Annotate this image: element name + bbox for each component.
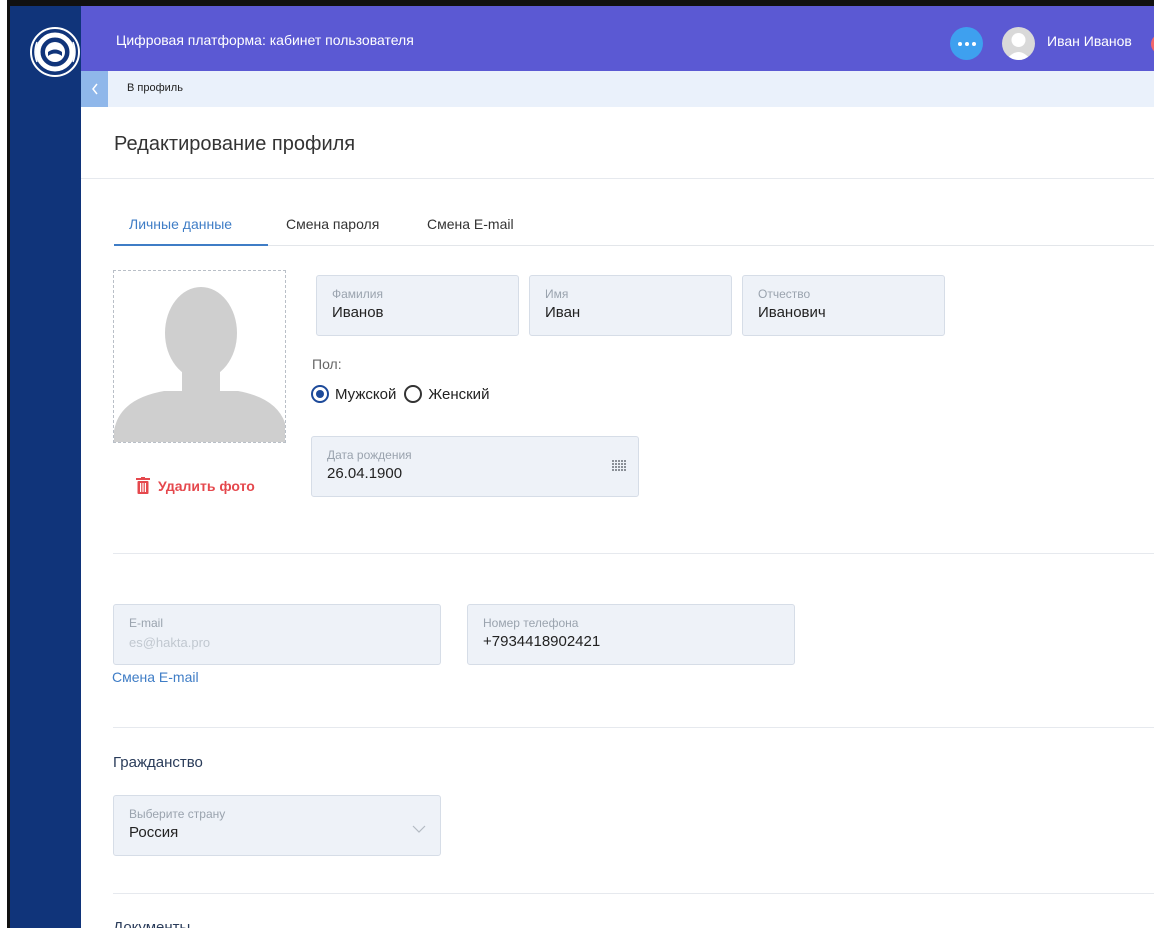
- email-value: es@hakta.pro: [129, 635, 211, 650]
- tab-personal-data[interactable]: Личные данные: [129, 216, 232, 232]
- country-select-label: Выберите страну: [129, 807, 226, 821]
- user-avatar[interactable]: [1002, 27, 1035, 60]
- back-button[interactable]: [81, 71, 108, 107]
- patronymic-value: Иванович: [758, 304, 826, 321]
- first-name-label: Имя: [545, 287, 569, 301]
- active-tab-indicator: [114, 244, 268, 246]
- last-name-label: Фамилия: [332, 287, 383, 301]
- app-title: Цифровая платформа: кабинет пользователя: [116, 32, 414, 48]
- gender-male-label[interactable]: Мужской: [335, 386, 396, 403]
- calendar-icon[interactable]: [612, 459, 626, 477]
- country-select[interactable]: Выберите страну Россия: [113, 795, 441, 856]
- avatar-placeholder-icon: [114, 271, 285, 442]
- top-bar: Цифровая платформа: кабинет пользователя…: [81, 6, 1154, 71]
- gender-label: Пол:: [312, 356, 342, 372]
- gender-female-label[interactable]: Женский: [428, 386, 489, 403]
- email-field: E-mail es@hakta.pro: [113, 604, 441, 665]
- patronymic-field[interactable]: Отчество Иванович: [742, 275, 945, 336]
- chevron-left-icon: [91, 83, 98, 95]
- last-name-value: Иванов: [332, 304, 384, 321]
- page-title: Редактирование профиля: [114, 133, 356, 155]
- birth-date-label: Дата рождения: [327, 448, 412, 462]
- divider: [113, 893, 1154, 894]
- birth-date-value: 26.04.1900: [327, 465, 403, 482]
- profile-photo[interactable]: [113, 270, 286, 443]
- divider: [113, 727, 1154, 728]
- logo-icon[interactable]: [29, 26, 81, 78]
- dot-icon: [971, 41, 976, 46]
- window-frame-left: [0, 0, 10, 928]
- phone-value: +7934418902421: [483, 633, 601, 650]
- birth-date-field[interactable]: Дата рождения 26.04.1900: [311, 436, 639, 497]
- chevron-down-icon[interactable]: [412, 820, 426, 838]
- tab-change-password[interactable]: Смена пароля: [286, 216, 379, 232]
- gender-male-radio[interactable]: [311, 385, 329, 403]
- patronymic-label: Отчество: [758, 287, 811, 301]
- dot-icon: [964, 41, 969, 46]
- phone-label: Номер телефона: [483, 616, 579, 630]
- sidebar: [10, 6, 81, 928]
- email-label: E-mail: [129, 616, 164, 630]
- profile-tabs: Личные данные Смена пароля Смена E-mail: [114, 206, 1154, 246]
- trash-icon: [136, 477, 150, 494]
- user-name[interactable]: Иван Иванов: [1047, 33, 1132, 49]
- divider: [113, 553, 1154, 554]
- tab-change-email[interactable]: Смена E-mail: [427, 216, 514, 232]
- change-email-link[interactable]: Смена E-mail: [112, 669, 199, 685]
- delete-photo-label: Удалить фото: [158, 477, 255, 494]
- citizenship-title: Гражданство: [113, 754, 203, 771]
- first-name-field[interactable]: Имя Иван: [529, 275, 732, 336]
- breadcrumb: В профиль: [81, 71, 1154, 107]
- first-name-value: Иван: [545, 304, 581, 321]
- gender-radio-group: Мужской Женский: [311, 385, 489, 403]
- dot-icon: [957, 41, 962, 46]
- phone-field[interactable]: Номер телефона +7934418902421: [467, 604, 795, 665]
- more-options-button[interactable]: [950, 27, 983, 60]
- breadcrumb-link-profile[interactable]: В профиль: [127, 82, 183, 94]
- gender-female-radio[interactable]: [404, 385, 423, 403]
- divider: [81, 178, 1154, 179]
- avatar-silhouette-icon: [1006, 33, 1031, 60]
- documents-title: Документы: [113, 919, 191, 928]
- last-name-field[interactable]: Фамилия Иванов: [316, 275, 519, 336]
- delete-photo-button[interactable]: Удалить фото: [136, 477, 255, 494]
- country-select-value: Россия: [129, 824, 179, 841]
